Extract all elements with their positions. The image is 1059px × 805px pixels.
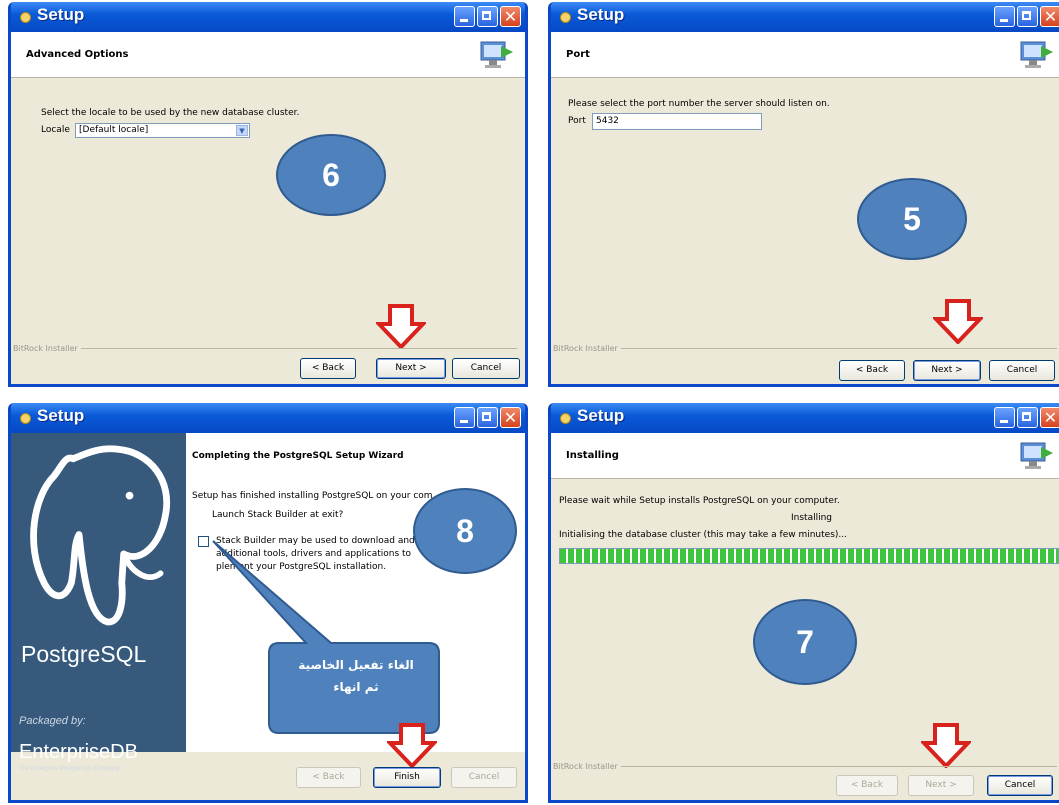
launch-question: Launch Stack Builder at exit? bbox=[212, 510, 344, 520]
install-status: Installing bbox=[791, 513, 833, 523]
installer-brand: BitRock Installer bbox=[553, 344, 618, 353]
app-icon bbox=[20, 413, 31, 424]
elephant-logo-icon bbox=[30, 445, 171, 626]
enterprisedb-tagline: The Enterprise PostgreSQL Company bbox=[19, 766, 120, 772]
cancel-button[interactable]: Cancel bbox=[452, 358, 520, 379]
close-icon: ✕ bbox=[503, 408, 518, 427]
window-title: Setup bbox=[37, 406, 85, 425]
maximize-icon bbox=[482, 412, 491, 421]
port-prompt: Please select the port number the server… bbox=[568, 99, 830, 109]
back-button[interactable]: < Back bbox=[296, 767, 361, 788]
minimize-icon bbox=[1000, 19, 1008, 22]
maximize-icon bbox=[1022, 11, 1031, 20]
maximize-button[interactable] bbox=[477, 407, 498, 428]
title-bar[interactable]: Setup ✕ bbox=[11, 2, 525, 32]
maximize-button[interactable] bbox=[1017, 407, 1038, 428]
title-bar[interactable]: Setup ✕ bbox=[11, 403, 525, 433]
wizard-header: Installing bbox=[551, 433, 1059, 479]
down-arrow-icon bbox=[934, 299, 982, 344]
title-bar[interactable]: Setup ✕ bbox=[551, 2, 1059, 32]
close-button[interactable]: ✕ bbox=[1040, 6, 1059, 27]
down-arrow-icon bbox=[922, 723, 970, 768]
window-title: Setup bbox=[37, 5, 85, 24]
maximize-icon bbox=[1022, 412, 1031, 421]
setup-window-installing: Setup ✕ Installing Please wait while Set… bbox=[548, 403, 1059, 803]
chevron-down-icon[interactable]: ▼ bbox=[236, 125, 248, 136]
step-badge: 5 bbox=[857, 178, 967, 260]
cancel-button[interactable]: Cancel bbox=[987, 775, 1053, 796]
setup-computer-icon bbox=[1020, 41, 1054, 69]
page-title: Port bbox=[566, 49, 590, 60]
close-button[interactable]: ✕ bbox=[1040, 407, 1059, 428]
maximize-icon bbox=[482, 11, 491, 20]
back-button[interactable]: < Back bbox=[839, 360, 905, 381]
down-arrow-icon bbox=[377, 304, 425, 349]
minimize-button[interactable] bbox=[454, 407, 475, 428]
minimize-button[interactable] bbox=[994, 407, 1015, 428]
back-button[interactable]: < Back bbox=[836, 775, 898, 796]
installer-brand: BitRock Installer bbox=[13, 344, 78, 353]
app-icon bbox=[560, 12, 571, 23]
maximize-button[interactable] bbox=[477, 6, 498, 27]
minimize-icon bbox=[1000, 420, 1008, 423]
close-button[interactable]: ✕ bbox=[500, 6, 521, 27]
next-button[interactable]: Next > bbox=[908, 775, 974, 796]
close-icon: ✕ bbox=[1043, 7, 1058, 26]
cancel-button[interactable]: Cancel bbox=[451, 767, 517, 788]
next-button[interactable]: Next > bbox=[913, 360, 981, 381]
callout-line-1: الغاء تفعيل الخاصية bbox=[298, 658, 414, 672]
back-button[interactable]: < Back bbox=[300, 358, 356, 379]
window-title: Setup bbox=[577, 406, 625, 425]
port-input-value: 5432 bbox=[596, 116, 619, 126]
postgresql-wordmark: PostgreSQL bbox=[21, 641, 147, 667]
install-progress-bar bbox=[559, 548, 1059, 564]
close-icon: ✕ bbox=[1043, 408, 1058, 427]
step-badge: 6 bbox=[276, 134, 386, 216]
down-arrow-icon bbox=[388, 723, 436, 768]
install-detail: Initialising the database cluster (this … bbox=[559, 530, 847, 540]
enterprisedb-logo: EnterpriseDB bbox=[19, 741, 138, 763]
page-title: Completing the PostgreSQL Setup Wizard bbox=[192, 451, 404, 461]
progress-fill bbox=[560, 549, 1058, 563]
finished-message: Setup has finished installing PostgreSQL… bbox=[192, 491, 433, 501]
close-button[interactable]: ✕ bbox=[500, 407, 521, 428]
wizard-header: Advanced Options bbox=[11, 32, 525, 78]
minimize-button[interactable] bbox=[994, 6, 1015, 27]
minimize-icon bbox=[460, 19, 468, 22]
next-button[interactable]: Next > bbox=[376, 358, 446, 379]
locale-select-value: [Default locale] bbox=[79, 125, 149, 135]
setup-window-advanced-options: Setup ✕ Advanced Options Select the loca… bbox=[8, 2, 528, 387]
port-label: Port bbox=[568, 116, 586, 126]
locale-label: Locale bbox=[41, 125, 70, 135]
setup-window-port: Setup ✕ Port Please select the port numb… bbox=[548, 2, 1059, 387]
installer-brand: BitRock Installer bbox=[553, 762, 618, 771]
callout-line-2: ثم انهاء bbox=[333, 680, 379, 694]
setup-computer-icon bbox=[1020, 442, 1054, 470]
page-title: Installing bbox=[566, 450, 619, 461]
step-badge: 7 bbox=[753, 599, 857, 685]
wizard-header: Port bbox=[551, 32, 1059, 78]
finish-button[interactable]: Finish bbox=[373, 767, 441, 788]
minimize-button[interactable] bbox=[454, 6, 475, 27]
footer-divider bbox=[81, 348, 517, 349]
setup-window-complete: Setup ✕ PostgreSQL Packaged by: Enterpri… bbox=[8, 403, 528, 803]
close-icon: ✕ bbox=[503, 7, 518, 26]
title-bar[interactable]: Setup ✕ bbox=[551, 403, 1059, 433]
install-message: Please wait while Setup installs Postgre… bbox=[559, 496, 840, 506]
app-icon bbox=[20, 12, 31, 23]
footer-divider bbox=[621, 766, 1057, 767]
maximize-button[interactable] bbox=[1017, 6, 1038, 27]
minimize-icon bbox=[460, 420, 468, 423]
window-title: Setup bbox=[577, 5, 625, 24]
locale-select[interactable]: [Default locale] ▼ bbox=[75, 123, 250, 138]
locale-prompt: Select the locale to be used by the new … bbox=[41, 108, 300, 118]
app-icon bbox=[560, 413, 571, 424]
footer-divider bbox=[621, 348, 1057, 349]
port-input[interactable]: 5432 bbox=[592, 113, 762, 130]
packaged-by-label: Packaged by: bbox=[19, 715, 86, 727]
setup-computer-icon bbox=[480, 41, 514, 69]
cancel-button[interactable]: Cancel bbox=[989, 360, 1055, 381]
wizard-sidebar: PostgreSQL Packaged by: EnterpriseDB The… bbox=[11, 433, 186, 772]
page-title: Advanced Options bbox=[26, 49, 129, 60]
